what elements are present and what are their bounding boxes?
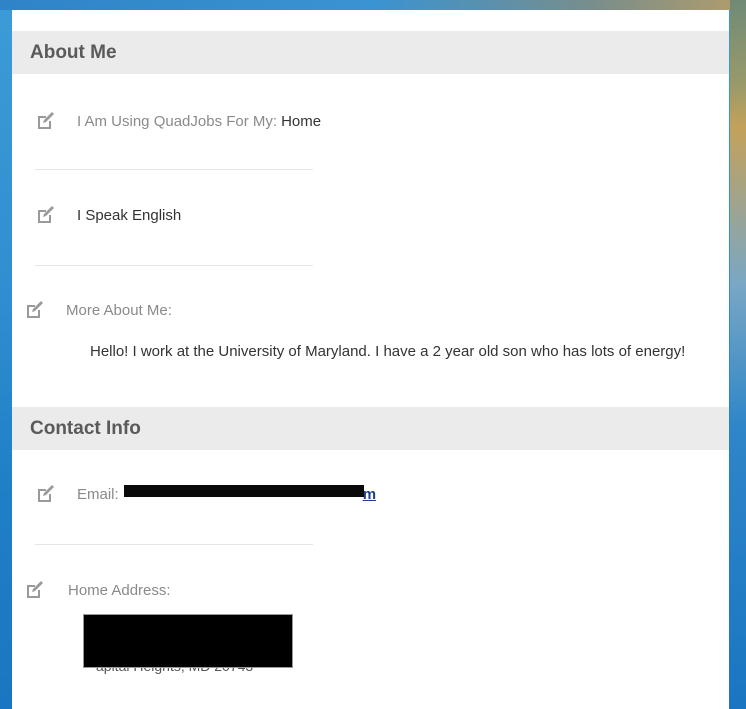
edit-icon[interactable] [24,300,44,320]
edit-icon[interactable] [35,205,55,225]
background-top [0,0,746,10]
language-row: I Speak English [35,205,181,225]
more-about-row: More About Me: [24,300,172,320]
home-address-row: Home Address: [24,580,171,600]
using-value: Home [281,112,322,130]
divider [35,169,313,170]
edit-icon[interactable] [35,111,55,131]
background-photo-edge [730,0,746,709]
profile-card: About Me I Am Using QuadJobs For My: Hom… [12,10,729,709]
contact-info-header: Contact Info [12,407,729,450]
email-label: Email: [77,485,119,503]
more-about-text: Hello! I work at the University of Maryl… [90,343,686,360]
divider [35,544,313,545]
home-address-label: Home Address: [68,581,171,599]
about-me-header: About Me [12,31,729,74]
email-redaction [124,485,364,497]
using-quadjobs-row: I Am Using QuadJobs For My: Home [35,111,321,131]
more-about-label: More About Me: [66,301,172,319]
language-label: I Speak English [77,206,182,224]
divider [35,265,313,266]
using-label: I Am Using QuadJobs For My: [77,112,278,130]
address-redaction [83,614,293,668]
edit-icon[interactable] [35,484,55,504]
edit-icon[interactable] [24,580,44,600]
email-link[interactable]: m [363,486,376,503]
